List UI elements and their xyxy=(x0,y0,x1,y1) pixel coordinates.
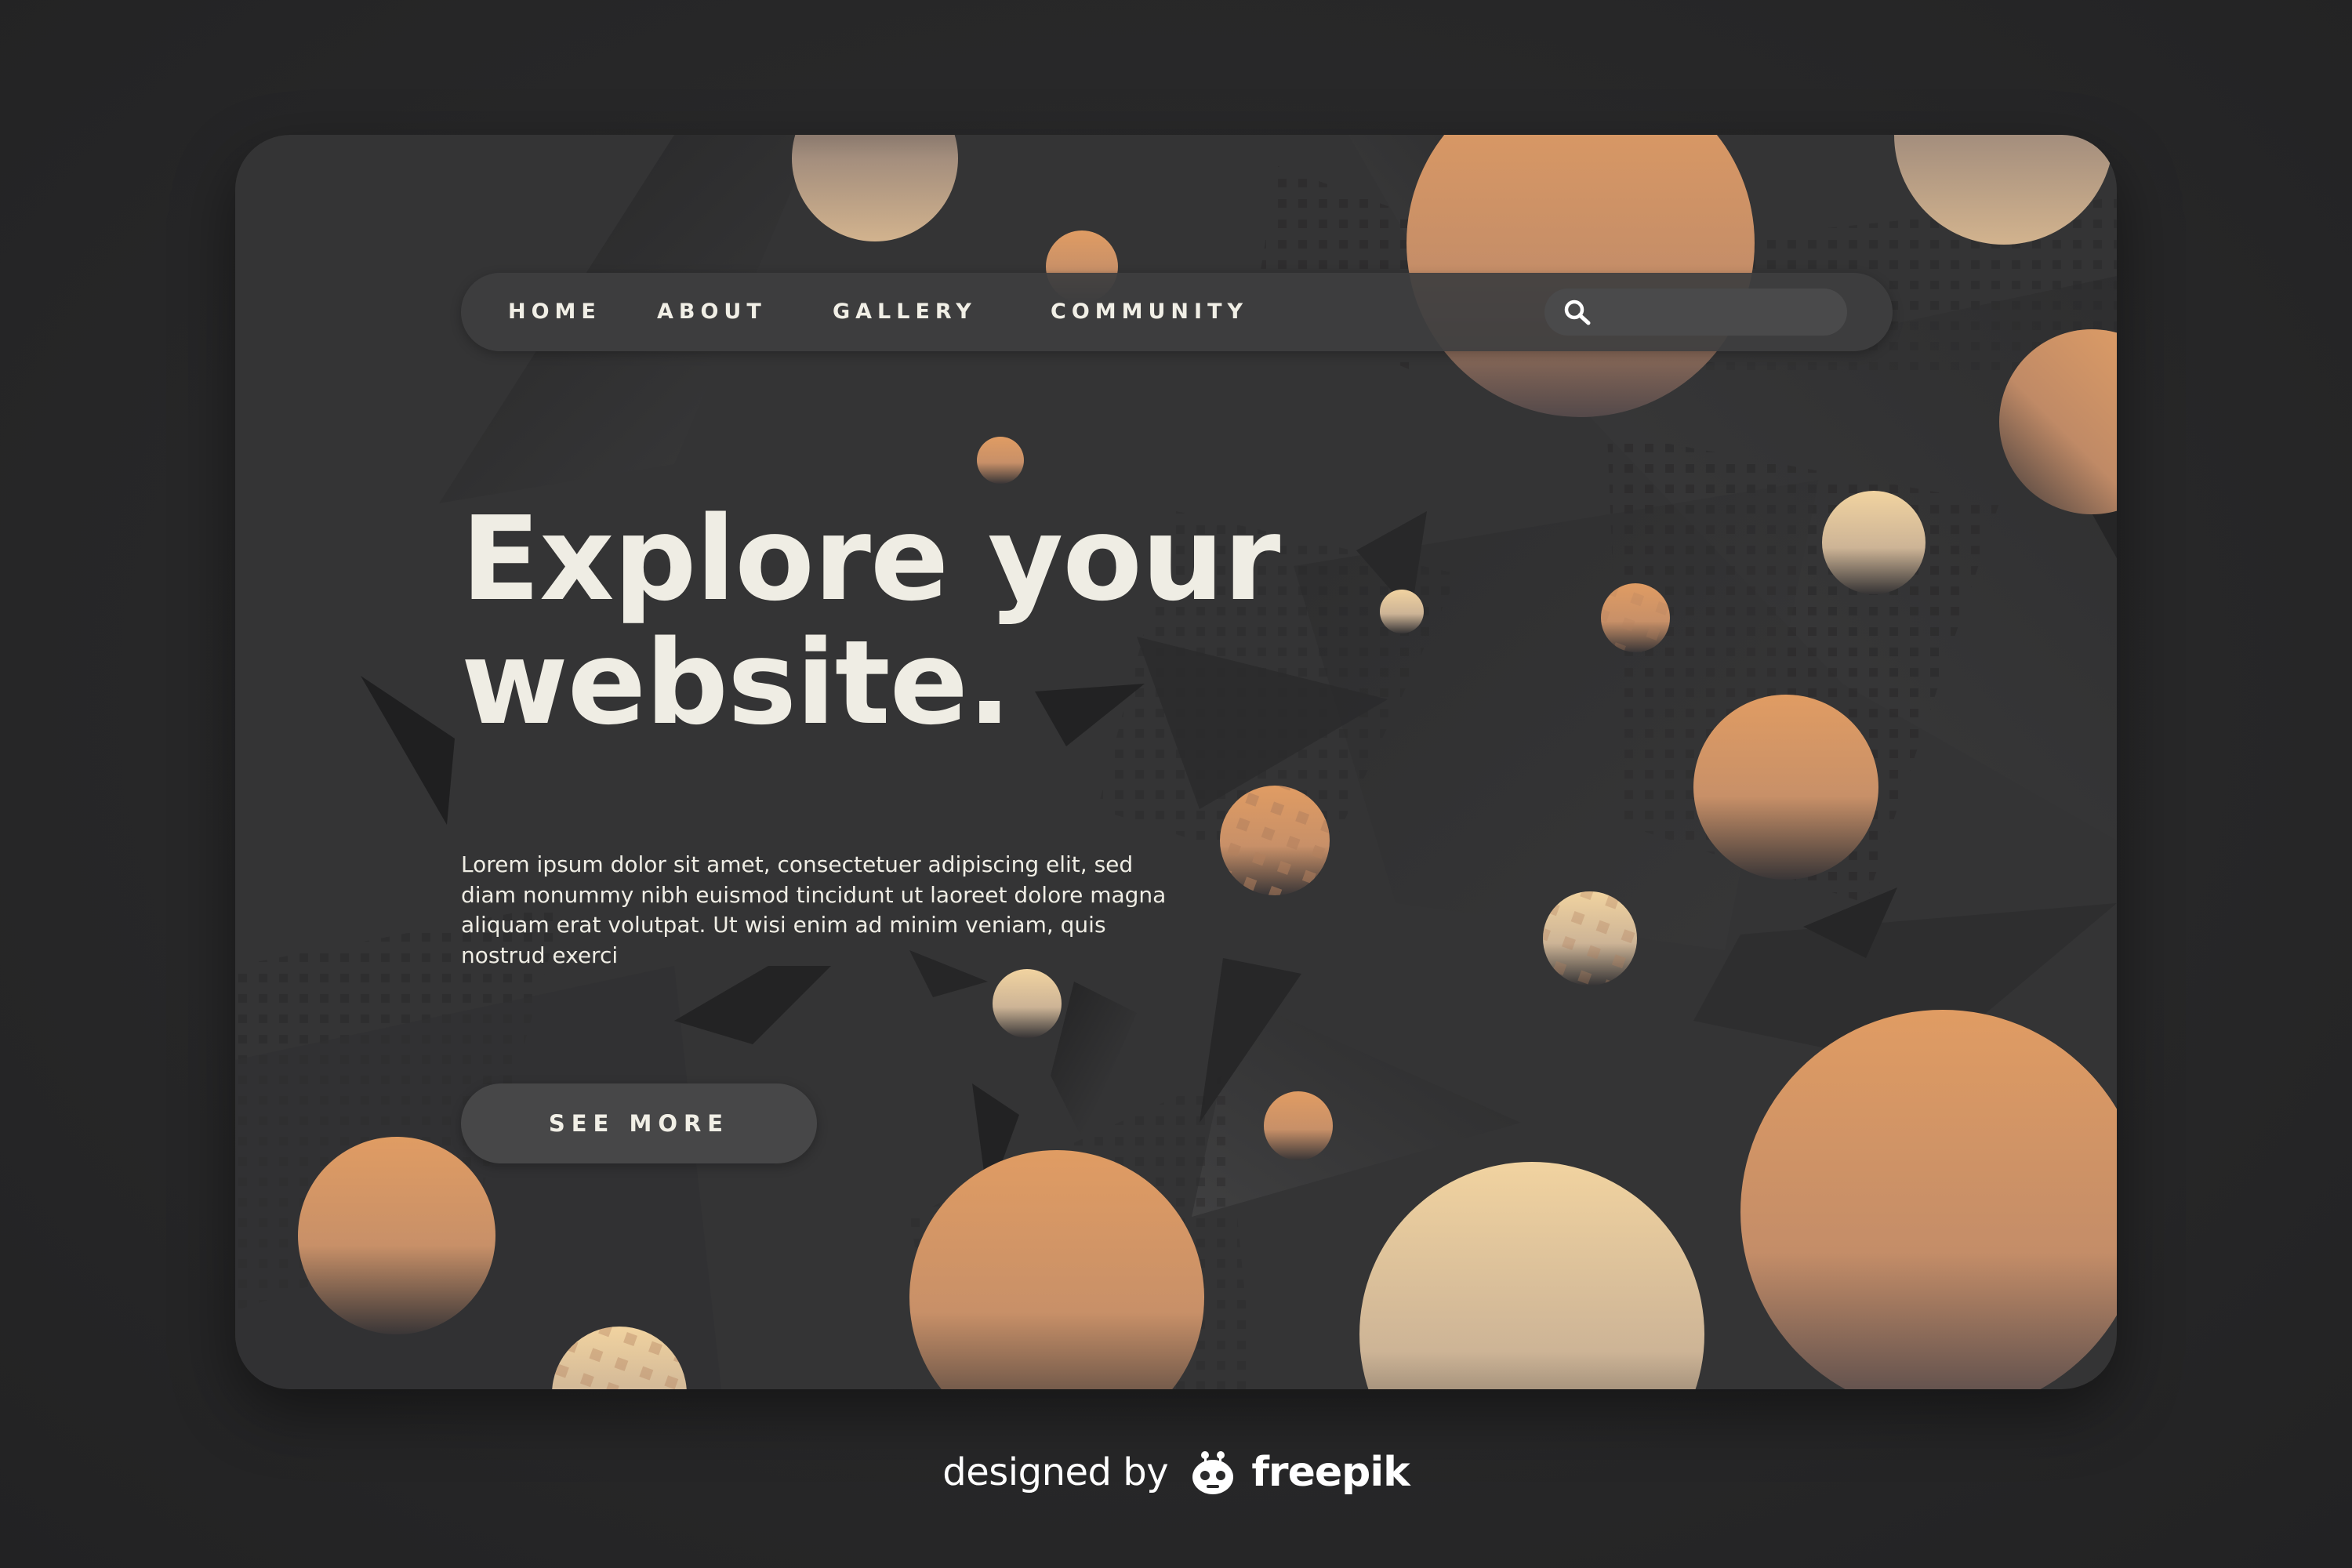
credit-prefix: designed by xyxy=(942,1450,1169,1494)
search-bar[interactable] xyxy=(1544,289,1847,336)
search-input[interactable] xyxy=(1602,295,1833,331)
search-icon[interactable] xyxy=(1562,297,1593,328)
see-more-button[interactable]: SEE MORE xyxy=(461,1083,817,1163)
hero-description: Lorem ipsum dolor sit amet, consectetuer… xyxy=(461,851,1167,968)
nav-gallery[interactable]: GALLERY xyxy=(833,273,977,351)
nav-community[interactable]: COMMUNITY xyxy=(1051,273,1248,351)
main-navigation: HOME ABOUT GALLERY COMMUNITY xyxy=(461,273,1893,351)
page: HOME ABOUT GALLERY COMMUNITY Explore you… xyxy=(0,0,2352,1568)
landing-card: HOME ABOUT GALLERY COMMUNITY Explore you… xyxy=(235,135,2117,1389)
nav-about[interactable]: ABOUT xyxy=(657,273,767,351)
credit-brand: freepik xyxy=(1251,1449,1410,1496)
designer-credit: designed by freepik xyxy=(0,1447,2352,1510)
freepik-logo-icon xyxy=(1192,1451,1234,1494)
hero-title: Explore your website. xyxy=(461,497,1480,745)
hero-title-line-1: Explore your xyxy=(461,492,1280,626)
nav-home[interactable]: HOME xyxy=(508,273,601,351)
hero-title-line-2: website. xyxy=(461,615,1011,750)
